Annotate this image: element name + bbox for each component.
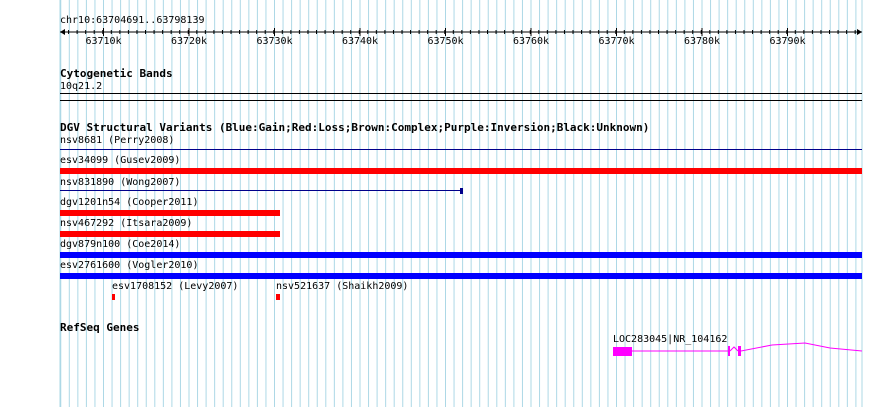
gene-model[interactable] xyxy=(600,340,870,365)
ruler-right-arrow xyxy=(857,29,862,35)
ruler-tick-label: 63750k xyxy=(427,36,463,47)
refseq-track-title: RefSeq Genes xyxy=(60,321,140,334)
variant-feature-esv2761600[interactable] xyxy=(60,273,862,279)
variant-label[interactable]: nsv831890 (Wong2007) xyxy=(60,177,180,189)
variant-feature-nsv467292[interactable] xyxy=(60,231,280,237)
variant-label[interactable]: esv34099 (Gusev2009) xyxy=(60,155,180,167)
variant-feature-dgv1201n54[interactable] xyxy=(60,210,280,216)
variant-feature-nsv831890-end[interactable] xyxy=(460,188,463,194)
cytoband-line-top xyxy=(60,93,862,94)
variant-feature-nsv521637[interactable] xyxy=(276,294,280,300)
genome-browser-view: chr10:63704691..63798139 63710k 63720k 637… xyxy=(0,0,890,407)
variant-feature-dgv879n100[interactable] xyxy=(60,252,862,258)
variant-label[interactable]: esv1708152 (Levy2007) xyxy=(112,281,238,293)
variant-feature-esv34099[interactable] xyxy=(60,168,862,174)
gene-intron xyxy=(740,342,863,352)
variant-feature-nsv8681[interactable] xyxy=(60,149,862,150)
variant-feature-esv1708152[interactable] xyxy=(112,294,115,300)
gene-exon xyxy=(613,347,632,356)
cytoband-track-title: Cytogenetic Bands xyxy=(60,67,173,80)
ruler-major-ticks: 63710k 63720k 63730k 63740k 63750k 63760k 6377… xyxy=(85,28,806,47)
variant-label[interactable]: nsv467292 (Itsara2009) xyxy=(60,218,192,230)
cytoband-line-bottom xyxy=(60,100,862,101)
gene-exon xyxy=(728,346,730,356)
variant-label[interactable]: nsv521637 (Shaikh2009) xyxy=(276,281,408,293)
dgv-track-title: DGV Structural Variants (Blue:Gain;Red:L… xyxy=(60,121,650,134)
variant-label[interactable]: esv2761600 (Vogler2010) xyxy=(60,260,198,272)
ruler-tick-label: 63740k xyxy=(342,36,378,47)
variant-label[interactable]: dgv879n100 (Coe2014) xyxy=(60,239,180,251)
cytoband-label: 10q21.2 xyxy=(60,81,103,92)
scale-ruler: 63710k 63720k 63730k 63740k 63750k 63760k 6377… xyxy=(60,28,862,47)
ruler-tick-label: 63790k xyxy=(769,36,805,47)
variant-label[interactable]: dgv1201n54 (Cooper2011) xyxy=(60,197,198,209)
ruler-tick-label: 63710k xyxy=(85,36,121,47)
gene-exon xyxy=(738,346,741,356)
variant-label[interactable]: nsv8681 (Perry2008) xyxy=(60,135,174,147)
ruler-left-arrow xyxy=(60,29,65,35)
ruler-tick-label: 63780k xyxy=(684,36,720,47)
ruler-tick-label: 63720k xyxy=(171,36,207,47)
ruler-tick-label: 63770k xyxy=(598,36,634,47)
variant-feature-nsv831890[interactable] xyxy=(60,190,461,191)
gene-intron xyxy=(729,346,739,352)
ruler-tick-label: 63760k xyxy=(513,36,549,47)
ruler-tick-label: 63730k xyxy=(256,36,292,47)
